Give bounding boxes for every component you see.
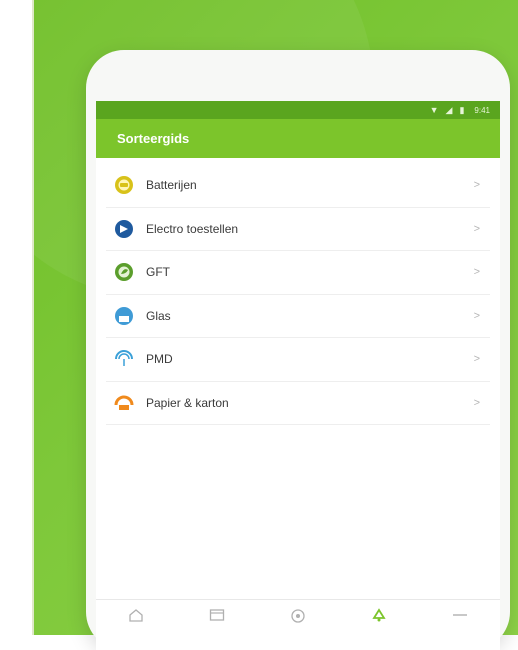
item-label: GFT [146, 265, 170, 280]
status-time: 9:41 [474, 105, 490, 115]
glass-icon [114, 306, 134, 326]
chevron-right-icon: > [473, 396, 480, 409]
page-title: Sorteergids [117, 131, 190, 146]
chevron-right-icon: > [473, 309, 480, 322]
list-item-papier-karton[interactable]: Papier & karton > [106, 382, 490, 425]
battery-icon [114, 175, 134, 195]
nav-home[interactable] [121, 608, 151, 628]
nav-more[interactable] [445, 608, 475, 628]
list-item-batterijen[interactable]: Batterijen > [106, 164, 490, 208]
location-icon [291, 609, 305, 623]
item-label: PMD [146, 352, 173, 367]
chevron-right-icon: > [473, 266, 480, 279]
chevron-right-icon: > [473, 222, 480, 235]
item-label: Glas [146, 308, 171, 323]
status-bar: ▼ ◢ ▮ 9:41 [96, 101, 500, 119]
paper-icon [114, 393, 134, 413]
home-icon [129, 609, 144, 622]
calendar-icon [210, 609, 225, 621]
chevron-right-icon: > [473, 353, 480, 366]
nav-recycle[interactable] [364, 608, 394, 628]
chevron-right-icon: > [473, 179, 480, 192]
waste-category-list: Batterijen > Electro toestellen > GFT > [96, 158, 500, 425]
item-label: Papier & karton [146, 395, 229, 410]
list-item-gft[interactable]: GFT > [106, 251, 490, 295]
left-margin-strip [0, 0, 34, 635]
battery-status-icon: ▮ [459, 104, 465, 115]
recycle-icon [372, 608, 386, 622]
list-item-electro-toestellen[interactable]: Electro toestellen > [106, 208, 490, 251]
phone-screen: ▼ ◢ ▮ 9:41 Sorteergids Batterijen > Elec… [96, 101, 500, 650]
list-item-pmd[interactable]: PMD > [106, 338, 490, 382]
app-bar: Sorteergids [96, 119, 500, 158]
gft-icon [114, 262, 134, 282]
nav-calendar[interactable] [202, 608, 232, 628]
electro-icon [114, 219, 134, 239]
item-label: Batterijen [146, 178, 197, 193]
more-icon [452, 614, 467, 616]
pmd-icon [114, 349, 134, 369]
wifi-icon: ▼ [429, 104, 439, 115]
nav-location[interactable] [283, 608, 313, 628]
signal-icon: ◢ [445, 104, 453, 115]
list-item-glas[interactable]: Glas > [106, 295, 490, 338]
bottom-navigation [96, 599, 500, 650]
item-label: Electro toestellen [146, 221, 239, 236]
phone-frame: ▼ ◢ ▮ 9:41 Sorteergids Batterijen > Elec… [86, 50, 510, 650]
